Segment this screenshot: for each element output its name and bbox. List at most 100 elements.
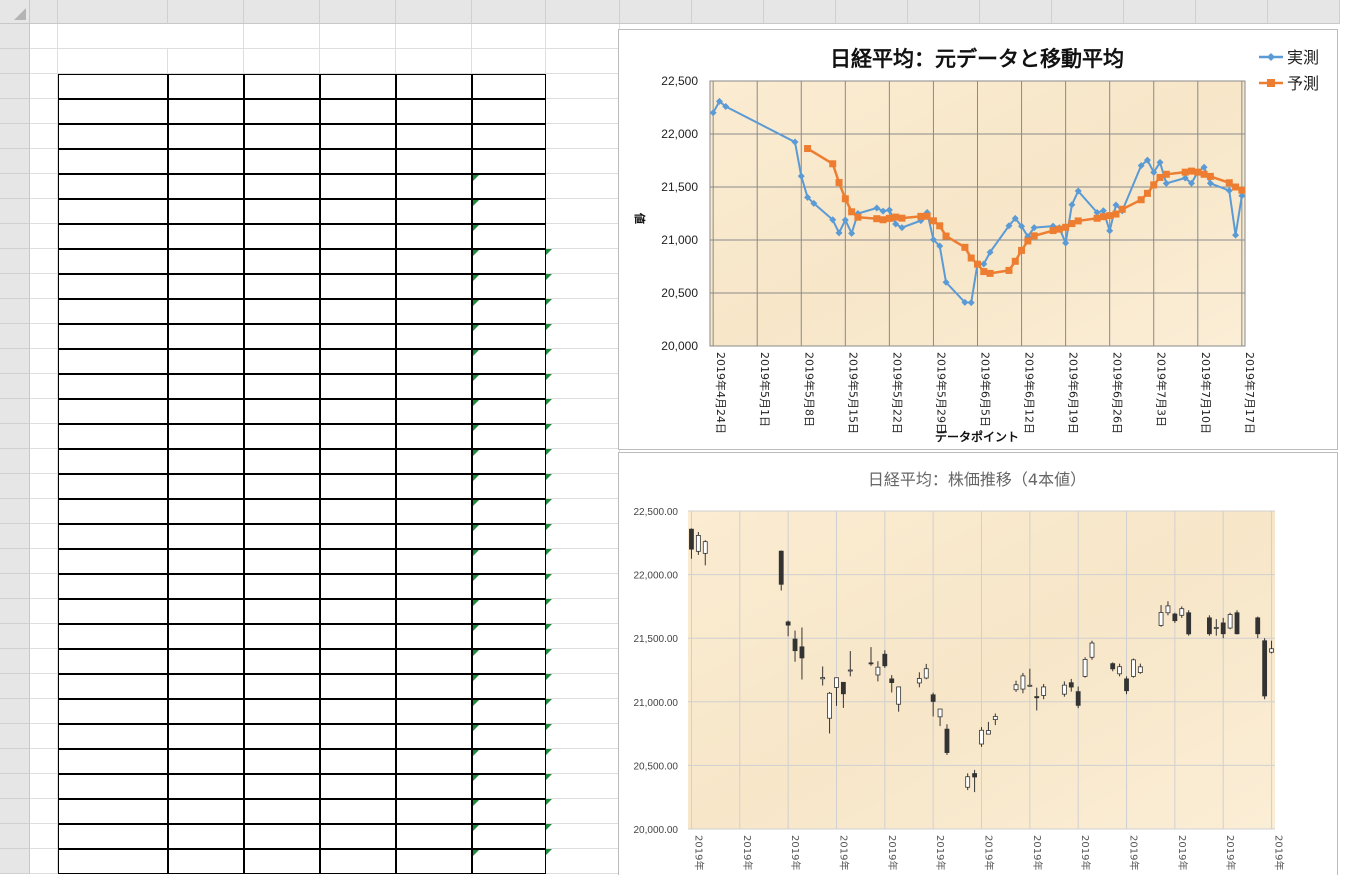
row-header-10[interactable] bbox=[0, 249, 30, 274]
date-cell[interactable] bbox=[58, 199, 168, 224]
empty-cell[interactable] bbox=[30, 799, 58, 824]
row-header-21[interactable] bbox=[0, 524, 30, 549]
value-cell[interactable] bbox=[320, 474, 396, 499]
row-header-23[interactable] bbox=[0, 574, 30, 599]
value-cell[interactable] bbox=[396, 274, 472, 299]
empty-cell[interactable] bbox=[30, 24, 58, 49]
value-cell[interactable] bbox=[168, 574, 244, 599]
column-header-c[interactable] bbox=[168, 0, 244, 24]
value-cell[interactable] bbox=[396, 174, 472, 199]
empty-cell[interactable] bbox=[30, 524, 58, 549]
value-cell[interactable] bbox=[168, 774, 244, 799]
row-header-22[interactable] bbox=[0, 549, 30, 574]
value-cell[interactable] bbox=[244, 124, 320, 149]
empty-cell[interactable] bbox=[30, 474, 58, 499]
value-cell[interactable] bbox=[396, 724, 472, 749]
date-cell[interactable] bbox=[58, 299, 168, 324]
column-header-r[interactable] bbox=[1268, 0, 1340, 24]
column-header-f[interactable] bbox=[396, 0, 472, 24]
empty-cell[interactable] bbox=[30, 324, 58, 349]
row-header-12[interactable] bbox=[0, 299, 30, 324]
value-cell[interactable] bbox=[168, 724, 244, 749]
date-cell[interactable] bbox=[58, 774, 168, 799]
value-cell[interactable] bbox=[546, 324, 620, 349]
value-cell[interactable] bbox=[472, 674, 546, 699]
value-cell[interactable] bbox=[472, 99, 546, 124]
row-header-9[interactable] bbox=[0, 224, 30, 249]
value-cell[interactable] bbox=[244, 424, 320, 449]
value-cell[interactable] bbox=[168, 124, 244, 149]
empty-cell[interactable] bbox=[320, 49, 396, 74]
value-cell[interactable] bbox=[168, 699, 244, 724]
empty-cell[interactable] bbox=[30, 249, 58, 274]
value-cell[interactable] bbox=[320, 749, 396, 774]
value-cell[interactable] bbox=[472, 324, 546, 349]
value-cell[interactable] bbox=[320, 499, 396, 524]
value-cell[interactable] bbox=[546, 499, 620, 524]
empty-cell[interactable] bbox=[30, 549, 58, 574]
date-cell[interactable] bbox=[58, 699, 168, 724]
value-cell[interactable] bbox=[472, 274, 546, 299]
value-cell[interactable] bbox=[244, 474, 320, 499]
column-header-a[interactable] bbox=[30, 0, 58, 24]
value-cell[interactable] bbox=[546, 374, 620, 399]
value-cell[interactable] bbox=[396, 99, 472, 124]
date-cell[interactable] bbox=[58, 174, 168, 199]
value-cell[interactable] bbox=[396, 299, 472, 324]
value-cell[interactable] bbox=[320, 549, 396, 574]
date-cell[interactable] bbox=[58, 124, 168, 149]
value-cell[interactable] bbox=[244, 324, 320, 349]
value-cell[interactable] bbox=[396, 199, 472, 224]
value-cell[interactable] bbox=[244, 174, 320, 199]
row-header-29[interactable] bbox=[0, 724, 30, 749]
value-cell[interactable] bbox=[168, 99, 244, 124]
empty-cell[interactable] bbox=[30, 174, 58, 199]
sheet-title[interactable] bbox=[58, 24, 320, 49]
value-cell[interactable] bbox=[546, 174, 620, 199]
value-cell[interactable] bbox=[396, 224, 472, 249]
value-cell[interactable] bbox=[244, 624, 320, 649]
value-cell[interactable] bbox=[546, 349, 620, 374]
value-cell[interactable] bbox=[546, 299, 620, 324]
value-cell[interactable] bbox=[168, 199, 244, 224]
date-cell[interactable] bbox=[58, 99, 168, 124]
value-cell[interactable] bbox=[396, 249, 472, 274]
value-cell[interactable] bbox=[244, 399, 320, 424]
empty-cell[interactable] bbox=[30, 124, 58, 149]
value-cell[interactable] bbox=[396, 749, 472, 774]
date-cell[interactable] bbox=[58, 549, 168, 574]
value-cell[interactable] bbox=[396, 774, 472, 799]
empty-cell[interactable] bbox=[30, 274, 58, 299]
value-cell[interactable] bbox=[320, 224, 396, 249]
empty-cell[interactable] bbox=[30, 399, 58, 424]
value-cell[interactable] bbox=[244, 549, 320, 574]
row-header-30[interactable] bbox=[0, 749, 30, 774]
empty-cell[interactable] bbox=[30, 749, 58, 774]
value-cell[interactable] bbox=[320, 424, 396, 449]
value-cell[interactable] bbox=[472, 524, 546, 549]
value-cell[interactable] bbox=[472, 174, 546, 199]
table-header[interactable] bbox=[244, 74, 320, 99]
row-header-4[interactable] bbox=[0, 99, 30, 124]
row-header-14[interactable] bbox=[0, 349, 30, 374]
moving-average-line-chart[interactable]: 20,000 20,500 21,000 21,500 22,000 22,500 2019… bbox=[618, 29, 1338, 450]
row-header-2[interactable] bbox=[0, 49, 30, 74]
value-cell[interactable] bbox=[396, 324, 472, 349]
value-cell[interactable] bbox=[244, 724, 320, 749]
column-header-j[interactable] bbox=[692, 0, 764, 24]
empty-cell[interactable] bbox=[320, 24, 396, 49]
row-header-19[interactable] bbox=[0, 474, 30, 499]
value-cell[interactable] bbox=[396, 549, 472, 574]
empty-cell[interactable] bbox=[472, 24, 546, 49]
row-header-32[interactable] bbox=[0, 799, 30, 824]
value-cell[interactable] bbox=[320, 824, 396, 849]
value-cell[interactable] bbox=[168, 749, 244, 774]
value-cell[interactable] bbox=[168, 599, 244, 624]
column-header-b[interactable] bbox=[58, 0, 168, 24]
row-header-7[interactable] bbox=[0, 174, 30, 199]
date-cell[interactable] bbox=[58, 374, 168, 399]
value-cell[interactable] bbox=[472, 224, 546, 249]
date-cell[interactable] bbox=[58, 824, 168, 849]
value-cell[interactable] bbox=[244, 374, 320, 399]
value-cell[interactable] bbox=[472, 349, 546, 374]
